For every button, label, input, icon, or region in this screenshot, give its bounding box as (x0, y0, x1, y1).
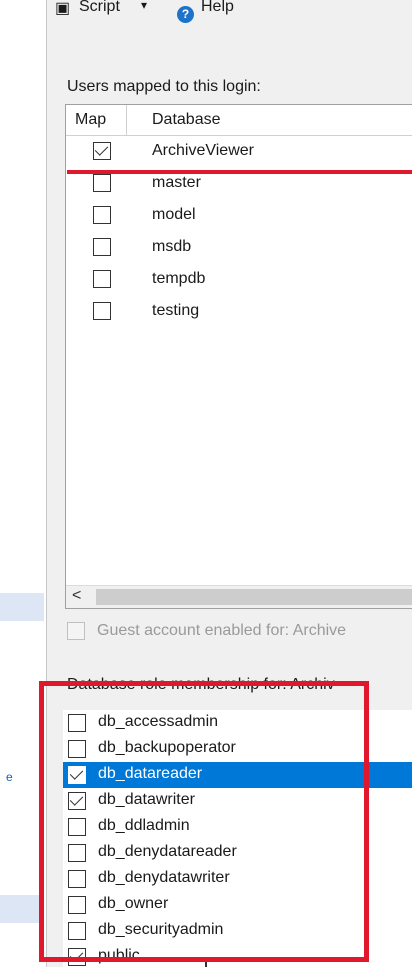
table-row[interactable]: ArchiveViewer (66, 136, 412, 168)
map-checkbox[interactable] (93, 174, 111, 192)
database-name: tempdb (152, 270, 206, 287)
guest-account-label: Guest account enabled for: Archive (97, 622, 347, 639)
map-checkbox[interactable] (93, 142, 111, 160)
guest-account-option: Guest account enabled for: Archive (65, 620, 412, 644)
table-header: Map Database (66, 105, 412, 136)
scrollbar-thumb[interactable] (96, 589, 412, 605)
scroll-left-icon[interactable]: < (72, 587, 81, 605)
table-row[interactable]: msdb (66, 232, 412, 264)
table-row[interactable]: tempdb (66, 264, 412, 296)
chevron-down-icon[interactable]: ▾ (141, 0, 147, 12)
map-checkbox[interactable] (93, 270, 111, 288)
map-checkbox[interactable] (93, 302, 111, 320)
database-name: msdb (152, 238, 192, 255)
map-checkbox[interactable] (93, 238, 111, 256)
table-row[interactable]: model (66, 200, 412, 232)
database-name: testing (152, 302, 200, 319)
database-name: ArchiveViewer (152, 142, 254, 159)
users-mapped-label: Users mapped to this login: (67, 78, 261, 95)
map-checkbox[interactable] (93, 206, 111, 224)
help-button[interactable]: Help (201, 0, 234, 16)
resize-tick (205, 962, 207, 967)
database-name: master (152, 174, 201, 191)
left-strip-text: e (6, 770, 13, 784)
column-header-map[interactable]: Map (75, 111, 106, 129)
table-row[interactable]: testing (66, 296, 412, 328)
toolbar: ▣ Script ▾ ? Help (55, 0, 234, 23)
annotation-box (39, 681, 369, 962)
database-name: model (152, 206, 196, 223)
guest-account-checkbox[interactable] (67, 622, 85, 640)
column-header-database[interactable]: Database (152, 111, 221, 129)
annotation-underline (67, 170, 412, 174)
script-icon: ▣ (55, 0, 71, 17)
column-separator[interactable] (126, 105, 127, 135)
left-strip-band (0, 593, 44, 621)
users-mapped-table: Map Database ArchiveViewer master model msd… (65, 104, 412, 609)
script-button[interactable]: Script (79, 0, 120, 16)
horizontal-scrollbar[interactable]: < (66, 585, 412, 608)
left-strip-band (0, 895, 44, 923)
